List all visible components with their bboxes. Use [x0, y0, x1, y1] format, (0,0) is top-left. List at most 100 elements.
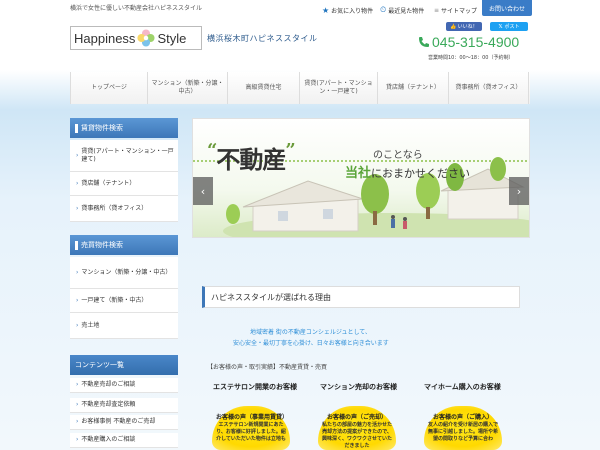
contents-heading: コンテンツ一覧	[70, 355, 178, 375]
x-icon: 𝕏	[498, 23, 503, 30]
recent-label: 最近見た物件	[388, 7, 425, 15]
column-title: マイホーム購入のお客様	[424, 383, 501, 391]
slider-next-button[interactable]: ›	[509, 177, 529, 205]
chevron-right-icon: ›	[76, 296, 79, 304]
nav-item-store[interactable]: 貸店舗（テナント）	[378, 72, 449, 104]
nav-item-office[interactable]: 貸事務所（貸オフィス）	[449, 72, 529, 104]
slider-sub2: 当社におまかせください	[345, 162, 470, 181]
sale-search-title: 売買物件検索	[81, 241, 123, 249]
phone-text: 045-315-4900	[432, 34, 520, 50]
slider-prev-button[interactable]: ‹	[193, 177, 213, 205]
testimonial-body: 私たちの部屋の魅力を活かせた売却方法の提案ができたので、興味深く、ワクワクさせて…	[322, 422, 393, 449]
nav-item-label: 貸事務所（貸オフィス）	[455, 84, 522, 91]
sitemap-link[interactable]: ≡ サイトマップ	[434, 4, 477, 16]
sidebar-item-rental[interactable]: › 賃貸(アパート・マンション・一戸建て)	[70, 140, 178, 172]
reason-heading: ハピネススタイルが選ばれる理由	[202, 286, 520, 308]
sidebar-item-label: 一戸建て（新築・中古）	[81, 296, 148, 304]
sidebar-item-office[interactable]: › 貸事務所（貸オフィス）	[70, 196, 178, 222]
sidebar-item-label: 賃貸(アパート・マンション・一戸建て)	[81, 147, 174, 163]
slider-headline: “不動産”	[207, 140, 296, 175]
sidebar-item-buy-consult[interactable]: › 不動産購入のご相談	[70, 433, 178, 448]
chevron-right-icon: ›	[76, 381, 79, 388]
chevron-right-icon: ›	[76, 179, 79, 187]
logo-text-1: Happiness	[74, 30, 136, 46]
sidebar-item-label: 不動産売却のご相談	[81, 381, 136, 388]
heading-bar-icon	[75, 240, 78, 250]
sidebar-item-label: 不動産売却査定依頼	[81, 401, 136, 408]
nav-item-label: マンション（新築・分譲・中古）	[151, 80, 224, 95]
contents-title: コンテンツ一覧	[75, 361, 124, 369]
thumb-icon: 👍	[450, 23, 457, 30]
testimonial-card[interactable]: お客様の声（ご購入） 友人の紹介を受け新居の購入で無事に引越しました。場所や希望…	[424, 398, 502, 450]
sitemap-icon: ≡	[434, 6, 440, 14]
global-nav: トップページ マンション（新築・分譲・中古） 高級賃貸住宅 賃貸(アパート・マン…	[70, 72, 530, 104]
favorites-label: お気に入り物件	[331, 7, 374, 15]
recent-link[interactable]: ⏲ 最近見た物件	[380, 4, 424, 16]
testimonials-label: 【お客様の声・取引実績】不動産賃貸・売買	[207, 364, 328, 371]
sale-search-heading: 売買物件検索	[70, 235, 178, 255]
site-tagline: 横浜で女性に優しい不動産会社ハピネススタイル	[70, 5, 203, 12]
sidebar-item-store[interactable]: › 貸店舗（テナント）	[70, 172, 178, 196]
phone-number[interactable]: 045-315-4900	[418, 34, 519, 50]
site-logo[interactable]: Happiness Style	[70, 26, 202, 50]
testimonial-body: エステサロン新規開業にあたり、お客様に好評しました。紹介していただいた物件は立地…	[216, 422, 286, 442]
sidebar-item-label: お客様事例 不動産のご売却	[81, 418, 156, 425]
nav-item-label: 賃貸(アパート・マンション・一戸建て)	[304, 80, 373, 95]
testimonial-heading: お客様の声（ご購入）	[432, 414, 493, 421]
sidebar-item-label: 貸店舗（テナント）	[81, 179, 136, 187]
chevron-right-icon: ›	[76, 418, 79, 425]
column-title: マンション売却のお客様	[320, 383, 397, 391]
phone-icon	[419, 37, 429, 47]
chevron-right-icon: ›	[76, 401, 79, 408]
chevron-right-icon: ›	[76, 151, 79, 159]
nav-item-rental[interactable]: 賃貸(アパート・マンション・一戸建て)	[300, 72, 378, 104]
intro-line-2: 安心安全・最切丁寧を心掛け、日々お客様と向き合います	[233, 340, 389, 347]
slider-sub1: のことなら	[373, 150, 423, 161]
heading-bar-icon	[75, 123, 78, 133]
nav-item-label: 高級賃貸住宅	[245, 84, 282, 91]
sidebar-item-sell-appraisal[interactable]: › 不動産売却査定依頼	[70, 398, 178, 413]
sidebar-item-mansion[interactable]: › マンション（新築・分譲・中古）	[70, 257, 178, 289]
contact-button[interactable]: お問い合わせ	[482, 0, 532, 16]
business-hours: 営業時間10：00～18：00（予約制）	[428, 55, 514, 61]
testimonial-card[interactable]: お客様の声（ご売却） 私たちの部屋の魅力を活かせた売却方法の提案ができたので、興…	[318, 398, 396, 450]
chevron-right-icon: ›	[76, 436, 79, 443]
intro-line-1: 地域密着 街の不動産コンシェルジュとして、	[250, 329, 372, 336]
rent-search-heading: 賃貸物件検索	[70, 118, 178, 138]
testimonial-heading: お客様の声（事業用賃貸）	[216, 414, 289, 421]
nav-item-top[interactable]: トップページ	[71, 72, 148, 104]
logo-text-2: Style	[157, 30, 187, 46]
quote-close-icon: ”	[285, 140, 295, 161]
favorites-link[interactable]: ★ お気に入り物件	[322, 4, 373, 16]
column-title: エステサロン開業のお客様	[213, 383, 297, 391]
testimonial-body: 友人の紹介を受け新居の購入で無事に引越しました。場所や希望の間取りなど予算に合わ	[428, 422, 499, 442]
sidebar-item-case-study[interactable]: › お客様事例 不動産のご売却	[70, 415, 178, 430]
chevron-right-icon: ›	[76, 268, 79, 276]
flower-logo-icon	[137, 29, 155, 47]
star-icon: ★	[322, 5, 330, 15]
slider-headline-text: 不動産	[216, 145, 286, 174]
sidebar-item-house[interactable]: › 一戸建て（新築・中古）	[70, 289, 178, 313]
x-post-button[interactable]: 𝕏 ポスト	[490, 22, 528, 31]
company-name: 横浜桜木町ハピネススタイル	[207, 34, 318, 43]
nav-item-luxury-rental[interactable]: 高級賃貸住宅	[228, 72, 300, 104]
sidebar-item-label: 貸事務所（貸オフィス）	[81, 204, 148, 212]
testimonial-heading: お客様の声（ご売却）	[326, 414, 387, 421]
rent-search-title: 賃貸物件検索	[81, 124, 123, 132]
chevron-left-icon: ‹	[200, 184, 206, 198]
sitemap-label: サイトマップ	[441, 7, 478, 15]
testimonial-card[interactable]: お客様の声（事業用賃貸） エステサロン新規開業にあたり、お客様に好評しました。紹…	[212, 398, 290, 450]
slider-sub2-rest: におまかせください	[371, 167, 471, 180]
nav-item-label: トップページ	[91, 84, 127, 91]
nav-item-label: 貸店舗（テナント）	[385, 84, 440, 91]
slider-highlight: 当社	[345, 166, 372, 181]
contact-label: お問い合わせ	[488, 5, 525, 13]
chevron-right-icon: ›	[76, 204, 79, 212]
facebook-like-button[interactable]: 👍 いいね！	[446, 22, 482, 31]
sidebar-item-sell-consult[interactable]: › 不動産売却のご相談	[70, 378, 178, 393]
like-label: いいね！	[457, 24, 478, 30]
sidebar-item-label: マンション（新築・分譲・中古）	[81, 268, 172, 276]
sidebar-item-label: 不動産購入のご相談	[81, 436, 136, 443]
quote-open-icon: “	[207, 140, 217, 161]
nav-item-mansion[interactable]: マンション（新築・分譲・中古）	[148, 72, 228, 104]
